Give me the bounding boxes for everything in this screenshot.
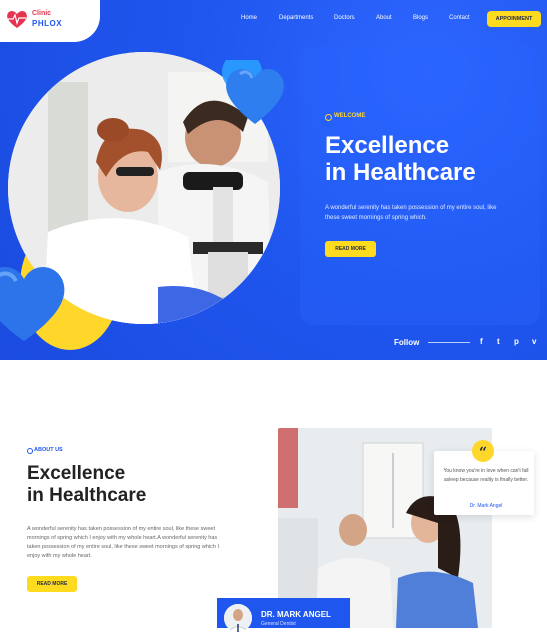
hero-title-line2: in Healthcare <box>325 159 476 186</box>
vimeo-icon[interactable]: v <box>532 337 536 346</box>
about-title-line1: Excellence <box>27 463 126 484</box>
nav-blogs[interactable]: Blogs <box>413 15 428 21</box>
hero-description: A wonderful serenity has taken possessio… <box>325 205 497 221</box>
follow-divider <box>428 342 470 343</box>
nav-home[interactable]: Home <box>241 15 257 21</box>
about-title-line2: in Healthcare <box>27 485 147 506</box>
doctor-role: General Dentist <box>261 621 296 627</box>
welcome-bullet-icon <box>325 114 332 121</box>
follow-label: Follow <box>394 338 420 347</box>
about-description: A wonderful serenity has taken possessio… <box>27 526 219 559</box>
hero-title-line1: Excellence <box>325 132 450 159</box>
hero-section: WELCOME Excellence in Healthcare A wonde… <box>0 0 547 360</box>
hero-eyebrow: WELCOME <box>334 113 366 119</box>
testimonial-text: You know you're in love when can't fall … <box>443 468 529 483</box>
testimonial-author: Dr. Mark Angel <box>469 503 503 509</box>
brand-small: Clinic <box>32 10 52 17</box>
about-eyebrow: ABOUT US <box>34 447 63 453</box>
nav-departments[interactable]: Departments <box>279 15 313 21</box>
nav-doctors[interactable]: Doctors <box>334 15 355 21</box>
quote-icon: “ <box>472 440 494 462</box>
pinterest-icon[interactable]: p <box>514 337 519 346</box>
brand-name: PHLOX <box>32 19 63 28</box>
heart-logo-icon <box>7 11 27 28</box>
nav-contact[interactable]: Contact <box>449 15 470 21</box>
nav-about[interactable]: About <box>376 15 392 21</box>
hero-read-more-button[interactable]: READ MORE <box>325 241 376 257</box>
appointment-button[interactable]: APPOINMENT <box>487 11 541 27</box>
heart-decoration-large-icon <box>0 267 65 341</box>
hero-title: Excellence in Healthcare <box>325 132 476 186</box>
heart-decoration-icon <box>222 60 284 124</box>
doctor-name: DR. MARK ANGEL <box>261 610 331 619</box>
about-title: Excellence in Healthcare <box>27 463 146 507</box>
facebook-icon[interactable]: f <box>480 337 483 346</box>
about-read-more-button[interactable]: READ MORE <box>27 576 77 592</box>
logo[interactable]: Clinic PHLOX <box>0 0 100 42</box>
about-bullet-icon <box>27 448 33 454</box>
twitter-icon[interactable]: t <box>497 337 500 346</box>
